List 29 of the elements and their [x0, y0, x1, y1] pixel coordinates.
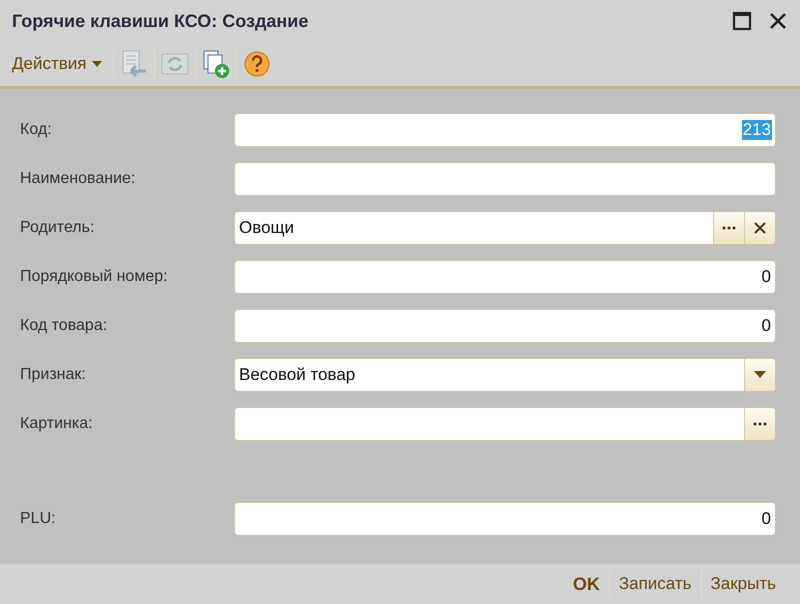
field-label: Родитель:: [20, 218, 96, 236]
caret-icon: [92, 61, 102, 67]
help-icon[interactable]: [242, 49, 272, 79]
close-icon[interactable]: [768, 11, 788, 31]
footer-button[interactable]: OK: [566, 574, 606, 594]
actions-menu[interactable]: Действия: [10, 54, 108, 74]
input-field[interactable]: 0: [234, 502, 776, 536]
footer-button[interactable]: Записать: [612, 574, 698, 594]
window-title: Горячие клавиши КСО: Создание: [12, 10, 310, 32]
field-label: Код:: [20, 120, 53, 138]
dropdown-icon[interactable]: [744, 358, 775, 390]
input-field[interactable]: [234, 406, 776, 440]
field-label: Наименование:: [20, 170, 136, 188]
input-field[interactable]: Овощи: [234, 210, 776, 244]
ellipsis-icon[interactable]: [744, 408, 775, 440]
ellipsis-icon[interactable]: [713, 212, 744, 244]
input-field[interactable]: 0: [234, 308, 776, 342]
field-label: Код товара:: [20, 316, 108, 334]
copy-add-icon[interactable]: [201, 49, 232, 79]
field-label: PLU:: [20, 510, 57, 528]
clear-icon[interactable]: [744, 212, 775, 244]
input-field[interactable]: Весовой товар: [234, 358, 776, 392]
input-field[interactable]: 0: [234, 260, 776, 294]
field-label: Порядковый номер:: [20, 268, 169, 286]
field-label: Картинка:: [20, 414, 94, 432]
maximize-icon[interactable]: [732, 11, 752, 31]
input-field[interactable]: [234, 162, 776, 196]
footer-button[interactable]: Закрыть: [704, 574, 782, 594]
field-label: Признак:: [20, 366, 87, 384]
